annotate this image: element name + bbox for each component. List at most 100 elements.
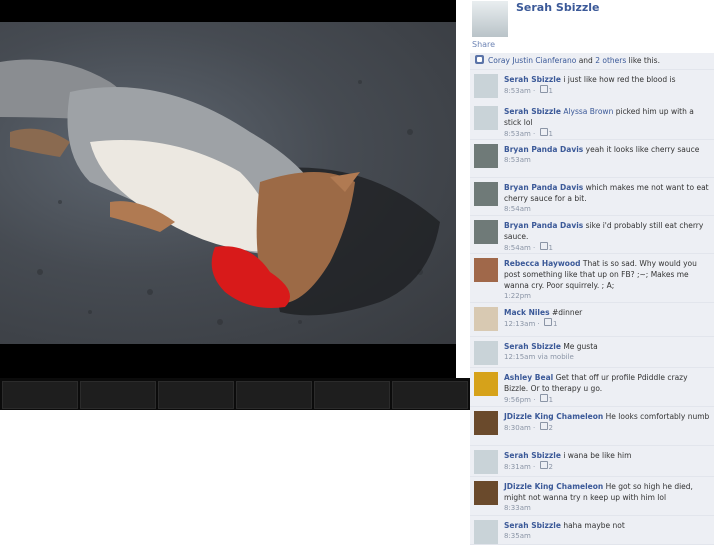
comment-time[interactable]: 8:53am <box>504 130 531 138</box>
comment-author[interactable]: Mack Niles <box>504 308 550 317</box>
comment-like-count[interactable]: 1 <box>549 396 553 404</box>
comment-body: Bryan Panda Davis sike i'd probably stil… <box>504 220 710 254</box>
comment-author[interactable]: Serah Sbizzle <box>504 451 561 460</box>
comment-body: Bryan Panda Davis which makes me not wan… <box>504 182 710 215</box>
comment-author[interactable]: Serah Sbizzle <box>504 107 561 116</box>
comment-body: JDizzle King Chameleon He looks comforta… <box>504 411 710 434</box>
comment-avatar[interactable] <box>474 450 498 474</box>
comment-row: JDizzle King Chameleon He looks comforta… <box>470 407 714 446</box>
thumbnail[interactable] <box>2 381 78 409</box>
comment-time[interactable]: 8:53am <box>504 156 531 164</box>
like-icon[interactable] <box>539 394 548 402</box>
comment-meta: 1:22pm <box>504 291 710 302</box>
comment-row: Bryan Panda Davis sike i'd probably stil… <box>470 216 714 254</box>
like-icon[interactable] <box>539 128 548 136</box>
comment-body: Rebecca Haywood That is so sad. Why woul… <box>504 258 710 302</box>
comment-meta: 8:31am · 2 <box>504 461 553 471</box>
comment-avatar[interactable] <box>474 307 498 331</box>
comment-text: i just like how red the blood is <box>563 75 676 84</box>
comment-avatar[interactable] <box>474 411 498 435</box>
comment-text: haha maybe not <box>563 521 625 530</box>
thumbnail[interactable] <box>80 381 156 409</box>
comment-row: Serah Sbizzle haha maybe not 8:35am <box>470 516 714 545</box>
comment-like-count[interactable]: 1 <box>549 244 553 252</box>
comments-panel: Serah Sbizzle Share Coray Justin Cianfer… <box>470 0 718 545</box>
comment-text: Me gusta <box>563 342 598 351</box>
like-icon[interactable] <box>539 422 548 430</box>
comment-like-count[interactable]: 2 <box>549 463 553 471</box>
comment-time[interactable]: 8:54am <box>504 244 531 252</box>
comment-author[interactable]: JDizzle King Chameleon <box>504 482 603 491</box>
like-icon[interactable] <box>543 318 552 326</box>
comment-time[interactable]: 8:35am <box>504 532 531 540</box>
comment-meta: 8:53am · 1 <box>504 85 553 95</box>
comment-author[interactable]: Bryan Panda Davis <box>504 145 583 154</box>
comment-time[interactable]: 8:53am <box>504 87 531 95</box>
comment-via: via mobile <box>537 353 574 361</box>
likes-joiner: and <box>578 56 593 65</box>
comment-author[interactable]: JDizzle King Chameleon <box>504 412 603 421</box>
comment-like-count[interactable]: 2 <box>549 424 553 432</box>
others-link[interactable]: 2 others <box>595 56 626 65</box>
comment-row: Serah Sbizzle Me gusta 12:15am via mobil… <box>470 337 714 368</box>
comment-avatar[interactable] <box>474 74 498 98</box>
comment-avatar[interactable] <box>474 182 498 206</box>
comment-avatar[interactable] <box>474 258 498 282</box>
comment-time[interactable]: 8:30am <box>504 424 531 432</box>
comment-time[interactable]: 8:31am <box>504 463 531 471</box>
owner-avatar[interactable] <box>472 1 508 37</box>
comment-avatar[interactable] <box>474 144 498 168</box>
comment-mention[interactable]: Alyssa Brown <box>563 107 613 116</box>
comment-meta: 8:54am <box>504 204 710 215</box>
like-icon[interactable] <box>539 85 548 93</box>
comment-time[interactable]: 12:13am <box>504 320 535 328</box>
comment-time[interactable]: 8:54am <box>504 205 531 213</box>
comment-author[interactable]: Serah Sbizzle <box>504 521 561 530</box>
thumbnail[interactable] <box>392 381 468 409</box>
photo-thumbnail-strip <box>0 378 470 410</box>
comment-meta: 8:53am · 1 <box>504 128 553 138</box>
comment-avatar[interactable] <box>474 106 498 130</box>
likes-summary: Coray Justin Cianferano and 2 others lik… <box>470 53 714 70</box>
photo-viewer <box>0 0 456 410</box>
liker-link[interactable]: Coray Justin Cianferano <box>488 56 576 65</box>
comment-row: Ashley Beal Get that off ur profile Pdid… <box>470 368 714 407</box>
comment-time[interactable]: 12:15am <box>504 353 535 361</box>
comment-row: Bryan Panda Davis which makes me not wan… <box>470 178 714 216</box>
comment-time[interactable]: 8:33am <box>504 504 531 512</box>
comment-avatar[interactable] <box>474 220 498 244</box>
photo-dead-squirrel[interactable] <box>0 22 456 344</box>
like-icon[interactable] <box>539 242 548 250</box>
comment-meta: 8:53am <box>504 155 710 166</box>
share-link[interactable]: Share <box>472 40 495 49</box>
comment-avatar[interactable] <box>474 372 498 396</box>
comment-author[interactable]: Bryan Panda Davis <box>504 183 583 192</box>
comment-avatar[interactable] <box>474 341 498 365</box>
comment-like-count[interactable]: 1 <box>553 320 557 328</box>
comment-body: Bryan Panda Davis yeah it looks like che… <box>504 144 710 166</box>
comment-body: Serah Sbizzle haha maybe not 8:35am <box>504 520 710 542</box>
comment-text: yeah it looks like cherry sauce <box>585 145 700 154</box>
comment-like-count[interactable]: 1 <box>549 130 553 138</box>
comment-author[interactable]: Rebecca Haywood <box>504 259 580 268</box>
thumbnail[interactable] <box>158 381 234 409</box>
comment-author[interactable]: Serah Sbizzle <box>504 342 561 351</box>
comment-author[interactable]: Bryan Panda Davis <box>504 221 583 230</box>
comment-body: Serah Sbizzle Me gusta 12:15am via mobil… <box>504 341 710 363</box>
likes-suffix: like this. <box>628 56 660 65</box>
like-icon[interactable] <box>539 461 548 469</box>
owner-name[interactable]: Serah Sbizzle <box>516 1 600 14</box>
comment-row: JDizzle King Chameleon He got so high he… <box>470 477 714 516</box>
comment-avatar[interactable] <box>474 481 498 505</box>
comment-author[interactable]: Serah Sbizzle <box>504 75 561 84</box>
comment-text: i wana be like him <box>563 451 632 460</box>
comment-time[interactable]: 9:56pm <box>504 396 531 404</box>
comment-like-count[interactable]: 1 <box>549 87 553 95</box>
thumbnail[interactable] <box>314 381 390 409</box>
comment-author[interactable]: Ashley Beal <box>504 373 553 382</box>
comment-meta: 9:56pm · 1 <box>504 394 554 404</box>
comment-avatar[interactable] <box>474 520 498 544</box>
thumbnail[interactable] <box>236 381 312 409</box>
comment-time[interactable]: 1:22pm <box>504 292 531 300</box>
comment-row: Serah Sbizzle i wana be like him 8:31am … <box>470 446 714 477</box>
